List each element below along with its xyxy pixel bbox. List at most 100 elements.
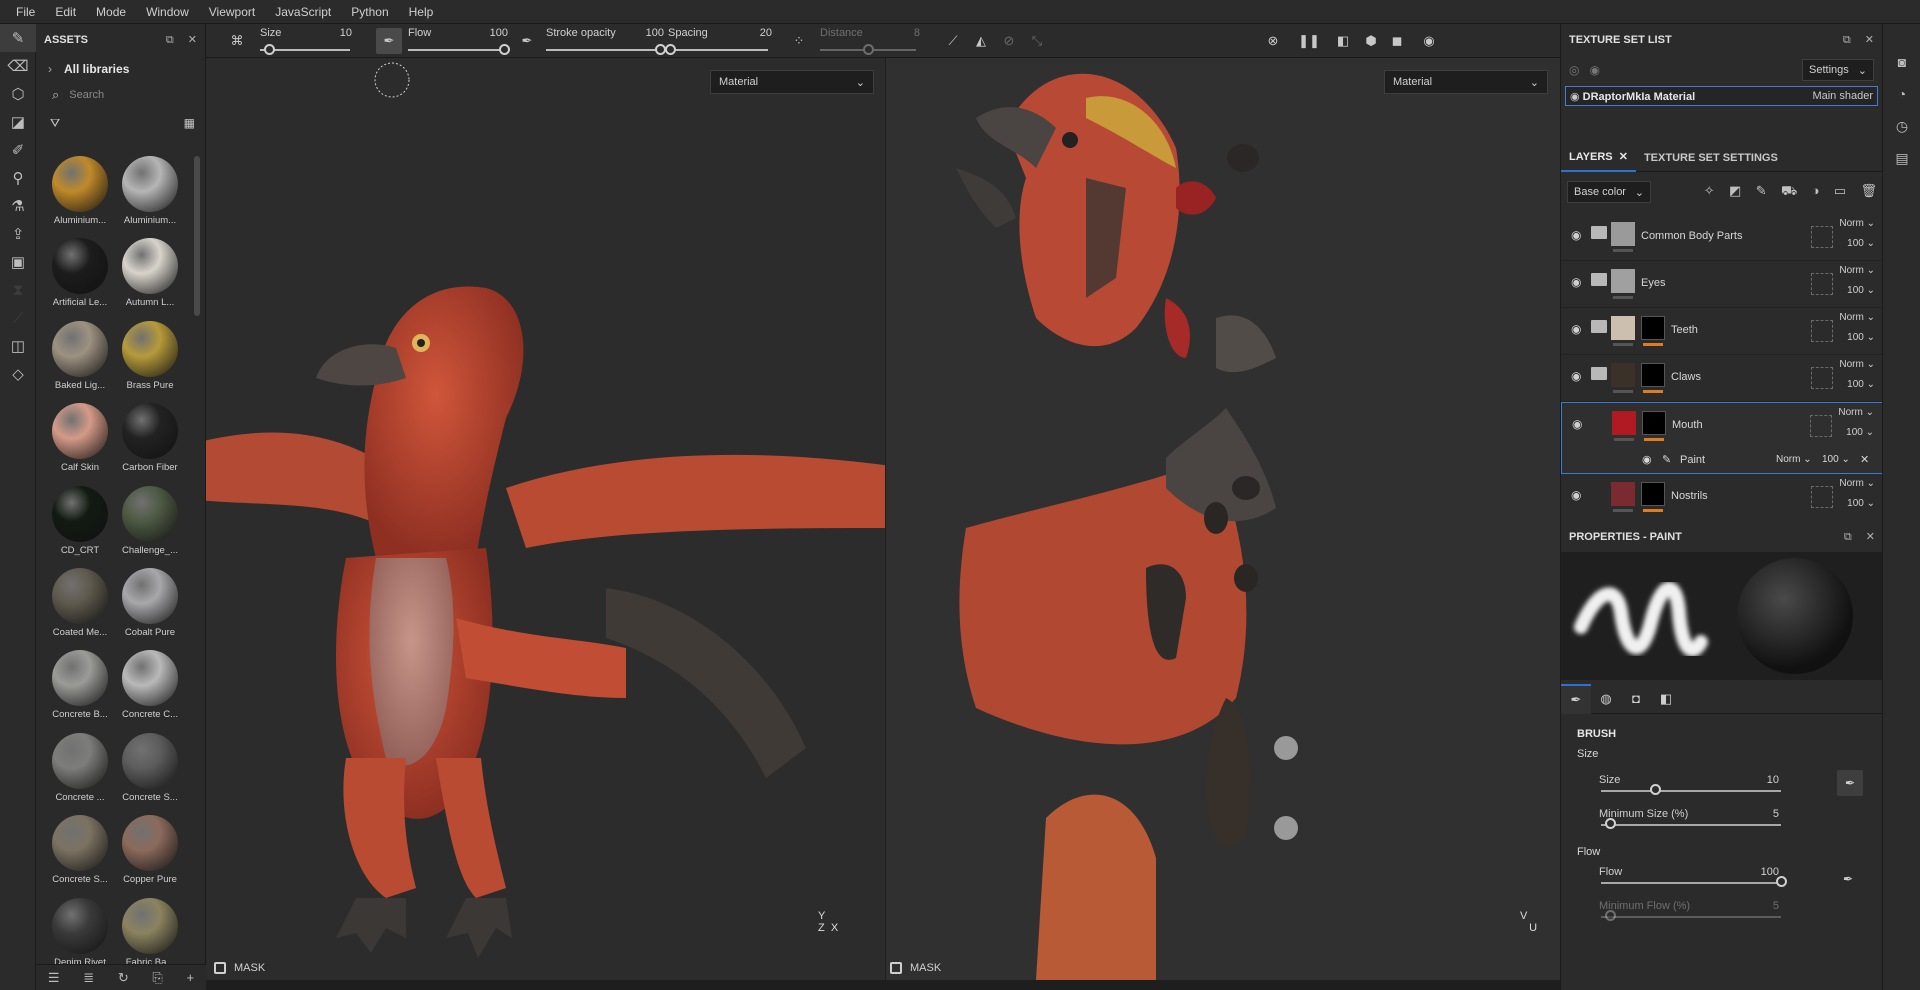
export-icon[interactable]: ⇪ (0, 220, 36, 248)
add-effect-icon[interactable]: ✧ (1704, 183, 1715, 198)
stroke-opacity-slider[interactable]: Stroke opacity 100 (546, 24, 666, 58)
screenshot-icon[interactable]: ◉ (1416, 28, 1442, 54)
material-thumbnail[interactable]: Calf Skin (46, 403, 114, 477)
visibility-toggle-icons[interactable]: ◎ ◉ (1569, 63, 1600, 77)
blend-mode-select[interactable]: Norm ⌄ (1839, 478, 1875, 489)
viewport-3d[interactable]: Material ⌄ YZ X MASK (206, 58, 885, 980)
material-thumbnail[interactable]: Carbon Fiber (116, 403, 184, 477)
shader-label[interactable]: Main shader (1812, 90, 1873, 102)
paint-brush-tool-icon[interactable]: ✎ (0, 24, 36, 52)
menu-mode[interactable]: Mode (86, 5, 136, 19)
material-thumbnail[interactable]: Aluminium... (46, 156, 114, 230)
blend-mode-select[interactable]: Norm ⌄ (1838, 407, 1874, 418)
layer-mask-thumbnail[interactable] (1642, 411, 1666, 435)
add-folder-icon[interactable]: ▭ (1834, 183, 1846, 198)
material-thumbnail[interactable]: Fabric Ba... (116, 897, 184, 972)
environment-icon[interactable]: ◔ (1883, 78, 1920, 110)
size-slider-knob[interactable] (1650, 784, 1661, 795)
slider-knob[interactable] (863, 44, 874, 55)
add-fill-layer-icon[interactable]: ⛟ (1781, 183, 1797, 198)
flow-slider-track[interactable] (1601, 882, 1781, 884)
min-size-slider-knob[interactable] (1605, 818, 1616, 829)
library-selector[interactable]: › All libraries (36, 56, 205, 82)
layer-mask-slot[interactable] (1810, 415, 1832, 437)
close-icon[interactable]: ✕ (188, 34, 197, 46)
pen-pressure-flow-icon[interactable]: ✒ (1843, 872, 1853, 886)
lazy-mouse-icon[interactable]: ⁘ (786, 28, 812, 54)
menu-file[interactable]: File (6, 5, 45, 19)
texture-set-item[interactable]: ◉ DRaptorMkIa Material Main shader (1565, 86, 1878, 106)
material-thumbnail[interactable]: Concrete S... (46, 815, 114, 889)
layer-row[interactable]: ◉ Claws Norm ⌄ 100 ⌄ (1561, 355, 1883, 402)
sublayer-opacity[interactable]: 100 ⌄ (1822, 454, 1850, 465)
import-icon[interactable]: ⎘ (152, 970, 162, 986)
layer-mask-slot[interactable] (1811, 273, 1833, 295)
material-thumbnail[interactable]: Coated Me... (46, 567, 114, 642)
camera-icon[interactable]: ◼ (1384, 28, 1410, 54)
eye-icon[interactable]: ◉ (1570, 91, 1580, 103)
asset-search[interactable]: ⌕ Search (36, 82, 205, 108)
material-thumbnail[interactable]: Concrete ... (46, 732, 114, 807)
viewport-3d-channel-select[interactable]: Material ⌄ (710, 70, 874, 94)
refresh-icon[interactable]: ↻ (118, 970, 129, 986)
camera-settings-icon[interactable]: ◙ (1883, 46, 1920, 78)
brush-preset-icon[interactable]: ⌘ (224, 28, 250, 54)
display-settings-icon[interactable]: ◇ (0, 360, 36, 388)
brush-tab-icon[interactable]: ✒ (1561, 683, 1591, 714)
close-icon[interactable]: ✕ (1860, 453, 1869, 466)
material-thumbnail[interactable]: Denim Rivet (46, 897, 114, 972)
mask-toggle-2d[interactable]: MASK (890, 958, 941, 978)
viewport-2d[interactable]: Material ⌄ V U MASK (886, 58, 1560, 980)
eye-icon[interactable]: ◉ (1571, 228, 1581, 242)
close-icon[interactable]: ✕ (1865, 34, 1874, 46)
layer-row[interactable]: ◉ Common Body Parts Norm ⌄ 100 ⌄ (1561, 214, 1883, 261)
opacity-value[interactable]: 100 ⌄ (1846, 427, 1874, 438)
eye-icon[interactable]: ◉ (1642, 453, 1652, 466)
material-thumbnail[interactable]: Concrete C... (116, 650, 184, 724)
channel-select[interactable]: Base color ⌄ (1567, 181, 1651, 203)
flow-value[interactable]: 100 (1761, 866, 1779, 878)
folder-icon[interactable] (1591, 320, 1607, 333)
layer-row[interactable]: ◉ Teeth Norm ⌄ 100 ⌄ (1561, 308, 1883, 355)
assets-scrollbar[interactable] (194, 156, 200, 316)
opacity-value[interactable]: 100 ⌄ (1847, 238, 1875, 249)
material-thumbnail[interactable]: Aluminium... (116, 156, 184, 230)
folder-icon[interactable] (1591, 226, 1607, 239)
smudge-tool-icon[interactable]: ✐ (0, 136, 36, 164)
pen-pressure-size-icon[interactable]: ✒ (1837, 770, 1863, 796)
search-input[interactable]: Search (69, 89, 104, 101)
grid-view-icon[interactable]: ▦ (184, 116, 195, 130)
list-detail-icon[interactable]: ≣ (83, 970, 94, 986)
material-thumbnail[interactable]: Autumn L... (116, 238, 184, 312)
material-thumbnail[interactable]: CD_CRT (46, 485, 114, 560)
menu-javascript[interactable]: JavaScript (265, 5, 341, 19)
size-slider-track[interactable] (1601, 790, 1781, 792)
delete-layer-icon[interactable]: 🗑 (1860, 183, 1877, 198)
menu-edit[interactable]: Edit (45, 5, 86, 19)
polygon-fill-tool-icon[interactable]: ◪ (0, 108, 36, 136)
log-icon[interactable]: ▤ (1883, 142, 1920, 174)
color-picker-tool-icon[interactable]: ⚗ (0, 192, 36, 220)
material-thumbnail[interactable]: Brass Pure (116, 320, 184, 395)
opacity-value[interactable]: 100 ⌄ (1847, 498, 1875, 509)
render-icon[interactable]: ◫ (0, 332, 36, 360)
layer-mask-slot[interactable] (1811, 486, 1833, 508)
add-paint-layer-icon[interactable]: ✎ (1756, 183, 1767, 198)
sublayer-paint[interactable]: ◉ ✎ Paint Norm ⌄ 100 ⌄ ✕ (1562, 449, 1882, 473)
close-icon[interactable]: ✕ (1619, 150, 1628, 163)
tab-layers[interactable]: LAYERS ✕ (1561, 144, 1636, 172)
material-thumbnail[interactable]: Artificial Le... (46, 238, 114, 312)
viewport-2d-channel-select[interactable]: Material ⌄ (1384, 70, 1548, 94)
layer-mask-thumbnail[interactable] (1641, 363, 1665, 387)
menu-window[interactable]: Window (136, 5, 199, 19)
filter-icon[interactable]: ⛛ (50, 116, 60, 131)
pause-icon[interactable]: ❚❚ (1296, 28, 1322, 54)
blend-mode-select[interactable]: Norm ⌄ (1839, 265, 1875, 276)
size-slider[interactable]: Size 10 (260, 24, 352, 58)
layer-mask-slot[interactable] (1811, 320, 1833, 342)
eraser-tool-icon[interactable]: ⌫ (0, 52, 36, 80)
slider-knob[interactable] (499, 44, 510, 55)
bake-icon[interactable]: ▣ (0, 248, 36, 276)
min-size-slider-track[interactable] (1601, 824, 1781, 826)
material-thumbnail[interactable]: Cobalt Pure (116, 567, 184, 642)
